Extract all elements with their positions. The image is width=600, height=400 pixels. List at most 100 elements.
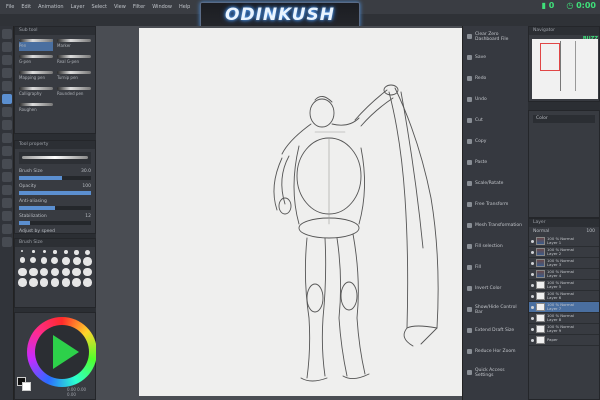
figure-tool-icon[interactable] [1,185,12,195]
brush-size-preset[interactable] [83,267,92,276]
brush-size-preset[interactable] [39,267,49,276]
layer-row[interactable]: 100 % Normal Layer 3 [529,258,599,269]
brush-size-preset[interactable] [18,267,27,276]
operation-tool-icon[interactable] [1,55,12,65]
subtool-item[interactable]: Real G-pen [57,55,91,67]
command-button[interactable]: Mesh Transformation [463,215,528,236]
menu-item-select[interactable]: Select [92,4,107,10]
subtool-item[interactable]: Roughen [19,103,53,115]
command-button[interactable]: Paste [463,152,528,173]
pencil-tool-icon[interactable] [1,107,12,117]
menu-item-animation[interactable]: Animation [38,4,64,10]
command-button[interactable]: Show/Hide Control Bar [463,299,528,320]
brush-tool-icon[interactable] [1,120,12,130]
property-slider[interactable] [19,176,91,180]
text-tool-icon[interactable] [1,198,12,208]
command-button[interactable]: Save [463,47,528,68]
brush-size-preset[interactable] [61,278,71,287]
subtool-item[interactable]: Rounded pen [57,87,91,99]
move-tool-icon[interactable] [1,42,12,52]
visibility-eye-icon[interactable] [531,338,534,342]
brush-size-preset[interactable] [32,250,35,253]
brush-size-preset[interactable] [63,250,68,254]
brush-size-preset[interactable] [72,278,81,287]
zoom-tool-icon[interactable] [1,29,12,39]
command-button[interactable]: Cut [463,110,528,131]
visibility-eye-icon[interactable] [531,261,534,265]
command-button[interactable]: Clear Zero Dashboard File [463,26,528,47]
brush-size-preset[interactable] [62,257,70,265]
brush-size-preset[interactable] [51,257,59,264]
color-set-selector[interactable]: Color [533,115,595,123]
visibility-eye-icon[interactable] [531,250,534,254]
layer-row[interactable]: 100 % Normal Layer 1 [529,236,599,247]
menu-item-help[interactable]: Help [179,4,190,10]
property-slider[interactable] [19,221,91,225]
brush-size-preset[interactable] [50,267,60,276]
brush-size-preset[interactable] [18,278,27,287]
brush-size-preset[interactable] [40,257,48,264]
menu-item-layer[interactable]: Layer [71,4,85,10]
brush-size-preset[interactable] [83,278,92,287]
brush-size-preset[interactable] [53,250,57,254]
command-button[interactable]: Scale/Rotate [463,173,528,194]
menu-item-filter[interactable]: Filter [133,4,145,10]
gradient-tool-icon[interactable] [1,172,12,182]
command-button[interactable]: Fill selection [463,236,528,257]
subtool-item[interactable]: G-pen [19,55,53,67]
menu-item-file[interactable]: File [6,4,14,10]
background-color-swatch[interactable] [22,382,31,391]
visibility-eye-icon[interactable] [531,283,534,287]
menu-item-window[interactable]: Window [152,4,172,10]
fill-tool-icon[interactable] [1,159,12,169]
property-value[interactable]: 12 [85,214,91,219]
brush-size-preset[interactable] [83,257,92,266]
brush-size-preset[interactable] [72,257,81,265]
command-button[interactable]: Copy [463,131,528,152]
property-slider[interactable] [19,191,91,195]
command-button[interactable]: Reduce Hor Zoom [463,341,528,362]
brush-size-preset[interactable] [39,278,49,287]
brush-size-preset[interactable] [29,278,38,287]
brush-size-preset[interactable] [74,250,79,255]
subtool-item[interactable]: Mapping pen [19,71,53,83]
layer-row[interactable]: 100 % Normal Layer 8 [529,313,599,324]
navigator-view-frame[interactable] [540,43,560,71]
visibility-eye-icon[interactable] [531,327,534,331]
subtool-item[interactable]: Calligraphy [19,87,53,99]
subtool-item[interactable]: Pen [19,39,53,51]
visibility-eye-icon[interactable] [531,294,534,298]
blend-mode-select[interactable]: Normal [533,229,549,234]
visibility-eye-icon[interactable] [531,239,534,243]
drawing-canvas[interactable] [139,28,464,396]
brush-size-preset[interactable] [19,257,26,263]
adjust-speed-checkbox[interactable]: Adjust by speed [15,227,95,236]
visibility-eye-icon[interactable] [531,316,534,320]
command-button[interactable]: Fill [463,257,528,278]
layer-row[interactable]: 100 % Normal Layer 4 [529,269,599,280]
brush-size-preset[interactable] [21,250,24,252]
layer-row[interactable]: 100 % Normal Layer 9 [529,324,599,335]
command-button[interactable]: Quick Access Settings [463,362,528,383]
airbrush-tool-icon[interactable] [1,133,12,143]
subtool-item[interactable]: Marker [57,39,91,51]
brush-size-preset[interactable] [50,278,60,287]
navigator-thumbnail[interactable] [532,39,598,99]
menu-item-view[interactable]: View [114,4,126,10]
selection-tool-icon[interactable] [1,68,12,78]
command-button[interactable]: Extend Draft Size [463,320,528,341]
pen-tool-icon[interactable] [1,94,12,104]
property-slider[interactable] [19,206,91,210]
blend-tool-icon[interactable] [1,237,12,247]
ruler-tool-icon[interactable] [1,224,12,234]
property-value[interactable]: 100 [82,184,91,189]
visibility-eye-icon[interactable] [531,272,534,276]
brush-size-preset[interactable] [61,267,71,276]
subtool-item[interactable]: Turnip pen [57,71,91,83]
layer-row[interactable]: 100 % Normal Layer 5 [529,280,599,291]
brush-size-preset[interactable] [72,267,81,276]
command-button[interactable]: Free Transform [463,194,528,215]
brush-size-preset[interactable] [42,250,46,253]
eyedropper-tool-icon[interactable] [1,81,12,91]
layer-row[interactable]: 100 % Normal Layer 2 [529,247,599,258]
